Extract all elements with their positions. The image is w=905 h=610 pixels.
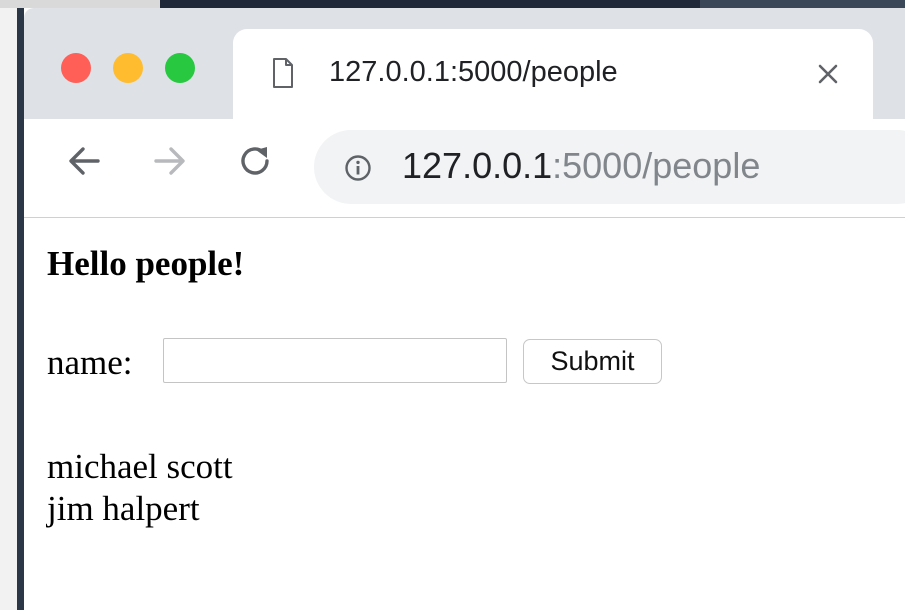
tab-title: 127.0.0.1:5000/people: [329, 56, 618, 88]
page-title: Hello people!: [47, 244, 245, 283]
close-window-button[interactable]: [61, 53, 91, 83]
maximize-window-button[interactable]: [165, 53, 195, 83]
arrow-left-icon[interactable]: [64, 141, 104, 181]
url-path: :5000/people: [552, 145, 761, 186]
page-content: Hello people! name: Submit michael scott…: [24, 218, 905, 610]
info-icon[interactable]: [344, 154, 372, 182]
arrow-right-icon[interactable]: [150, 141, 190, 181]
page-icon: [271, 57, 295, 89]
people-list: michael scott jim halpert: [47, 446, 233, 530]
name-input[interactable]: [163, 338, 507, 383]
browser-tab[interactable]: 127.0.0.1:5000/people: [233, 29, 873, 119]
minimize-window-button[interactable]: [113, 53, 143, 83]
url-text[interactable]: 127.0.0.1:5000/people: [402, 145, 760, 187]
address-bar[interactable]: 127.0.0.1:5000/people: [314, 130, 905, 204]
desktop-background-top: [0, 0, 905, 8]
browser-toolbar: 127.0.0.1:5000/people: [24, 119, 905, 218]
submit-button[interactable]: Submit: [523, 339, 662, 384]
close-icon[interactable]: [815, 61, 841, 87]
desktop-background-left: [0, 0, 24, 610]
list-item: michael scott: [47, 447, 233, 486]
list-item: jim halpert: [47, 489, 200, 528]
url-host: 127.0.0.1: [402, 145, 553, 186]
reload-icon[interactable]: [236, 141, 276, 181]
title-bar: 127.0.0.1:5000/people: [24, 8, 905, 119]
browser-window: 127.0.0.1:5000/people 127.0.0.1:5000/peo…: [24, 8, 905, 610]
name-label: name:: [47, 343, 133, 382]
